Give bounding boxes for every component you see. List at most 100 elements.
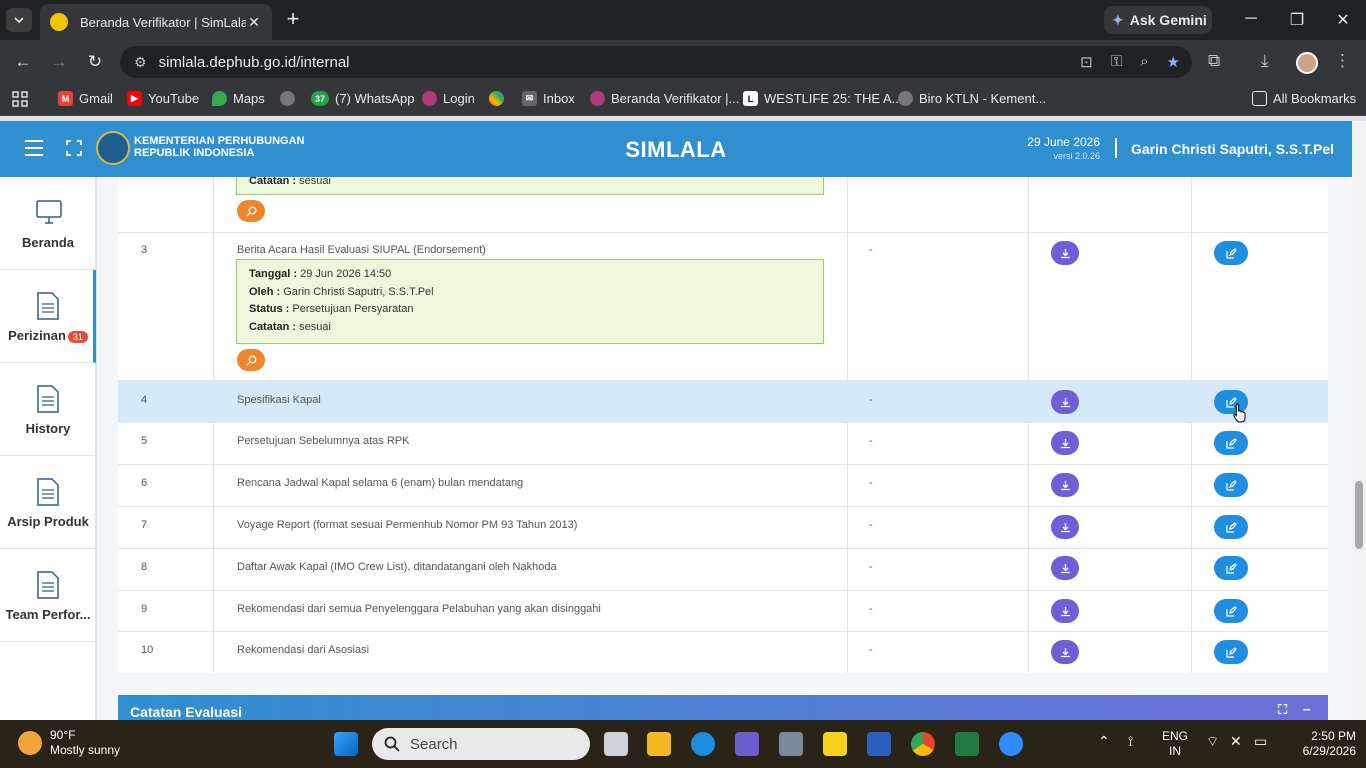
install-app-icon[interactable]: ⊡ [1080,53,1093,71]
edit-button[interactable] [1214,556,1248,580]
new-tab-button[interactable]: + [282,8,304,32]
download-icon [1060,606,1070,616]
site-info-icon[interactable]: ⚙ [134,54,147,71]
restore-window-button[interactable]: ❐ [1287,10,1307,30]
task-view-icon[interactable] [604,732,628,756]
browser-tab-active[interactable]: Beranda Verifikator | SimLala ✕ [40,4,272,40]
bookmark-star-icon[interactable]: ★ [1167,53,1180,71]
ask-gemini-button[interactable]: ✦ Ask Gemini [1104,6,1212,34]
collapse-panel-icon[interactable]: − [1303,702,1311,717]
password-key-icon[interactable]: ⚿ [1111,53,1122,71]
expand-panel-icon[interactable]: ⛶ [1278,702,1287,718]
document-name: Spesifikasi Kapal [237,394,321,406]
bookmark-globe[interactable] [280,91,295,106]
row-number: 4 [141,394,148,406]
row-value: - [869,435,873,447]
taskbar-search[interactable]: Search [372,728,590,760]
download-button[interactable] [1051,390,1079,414]
bookmark-youtube[interactable]: ▶ YouTube [127,91,199,106]
bookmark-biro-ktln[interactable]: Biro KTLN - Kement... [898,91,1046,106]
downloads-icon[interactable]: ⤓ [1261,51,1269,71]
sidebar-item-beranda[interactable]: Beranda [0,177,96,270]
edge-icon[interactable] [691,732,715,756]
scrollbar-thumb[interactable] [1355,481,1363,549]
all-bookmarks-label: All Bookmarks [1273,91,1357,106]
user-name[interactable]: Garin Christi Saputri, S.S.T.Pel [1131,141,1334,157]
download-button[interactable] [1051,599,1079,623]
all-bookmarks-button[interactable]: All Bookmarks [1252,91,1356,106]
clock[interactable]: 2:50 PM 6/29/2026 [1286,729,1356,759]
reload-button[interactable]: ↻ [84,52,106,72]
download-button[interactable] [1051,515,1079,539]
document-name: Berita Acara Hasil Evaluasi SIUPAL (Endo… [237,244,486,256]
wifi-icon[interactable]: ⌔ [1206,734,1219,749]
bookmark-inbox[interactable]: ✉ Inbox [522,91,575,106]
minimize-window-button[interactable]: ─ [1241,10,1261,28]
sidebar-item-history[interactable]: History [0,363,96,456]
microphone-icon[interactable]: ⟟ [1128,734,1133,749]
login-icon [422,91,437,106]
bookmark-label: (7) WhatsApp [335,91,415,106]
battery-icon[interactable]: ▭ [1254,734,1267,749]
bookmark-whatsapp[interactable]: 37 (7) WhatsApp [311,91,414,106]
address-bar[interactable]: ⚙ simlala.dephub.go.id/internal ⊡ ⚿ ⌕ ★ [120,46,1192,78]
download-icon [1060,563,1070,573]
bookmark-gmail[interactable]: M Gmail [58,91,113,106]
app-icon[interactable] [735,732,759,756]
excel-icon[interactable] [955,732,979,756]
bookmark-beranda[interactable]: Beranda Verifikator |... [590,91,739,106]
bookmark-pinwheel[interactable] [489,91,504,106]
sticky-notes-icon[interactable] [823,732,847,756]
browser-menu-icon[interactable]: ⋮ [1334,51,1351,71]
zoom-app-icon[interactable] [999,732,1023,756]
bookmark-label: Beranda Verifikator |... [611,91,740,106]
edit-button[interactable] [1214,640,1248,664]
row-number: 10 [141,644,154,656]
edit-button[interactable] [1214,599,1248,623]
bookmark-maps[interactable]: Maps [212,91,265,106]
page-scrollbar[interactable] [1352,121,1366,720]
table-row: Catatan : sesuai [118,177,1328,233]
apps-icon[interactable] [12,91,28,107]
download-button[interactable] [1051,431,1079,455]
table-row[interactable]: 4 Spesifikasi Kapal - [118,381,1328,423]
bookmark-westlife[interactable]: L WESTLIFE 25: THE A... [743,91,902,106]
close-tab-icon[interactable]: ✕ [246,14,262,31]
zoom-icon[interactable]: ⌕ [1140,53,1148,71]
camera-icon[interactable] [779,732,803,756]
word-icon[interactable] [867,732,891,756]
download-button[interactable] [1051,241,1079,265]
file-explorer-icon[interactable] [647,732,671,756]
view-detail-button[interactable] [237,349,265,371]
edit-button[interactable] [1214,241,1248,265]
volume-muted-icon[interactable]: ✕ [1230,734,1242,749]
sidebar-item-team-performance[interactable]: Team Perfor... [0,549,96,642]
profile-avatar[interactable] [1296,52,1318,74]
row-value: - [869,477,873,489]
tab-search-button[interactable] [6,8,32,32]
start-button-windows-icon[interactable] [334,732,358,756]
edit-button[interactable] [1214,515,1248,539]
chrome-icon[interactable] [911,732,935,756]
edit-button[interactable] [1214,473,1248,497]
edit-button[interactable] [1214,431,1248,455]
sidebar-item-arsip-produk[interactable]: Arsip Produk [0,456,96,549]
sidebar-label: Team Perfor... [5,607,91,622]
show-hidden-icons[interactable]: ⌃ [1098,734,1110,749]
language-indicator[interactable]: ENG IN [1162,729,1188,759]
extensions-icon[interactable]: ⧉ [1208,51,1220,71]
document-icon [37,292,59,320]
row-value: - [869,244,873,256]
sidebar-item-perizinan[interactable]: Perizinan 31 [0,270,96,363]
weather-widget[interactable]: 90°F Mostly sunny [18,728,120,758]
download-button[interactable] [1051,556,1079,580]
bookmark-login[interactable]: Login [422,91,475,106]
download-button[interactable] [1051,640,1079,664]
close-window-button[interactable]: ✕ [1333,10,1353,30]
forward-button[interactable]: → [48,52,70,72]
view-detail-button[interactable] [237,200,265,222]
download-button[interactable] [1051,473,1079,497]
sidebar-label: Perizinan 31 [0,328,96,343]
back-button[interactable]: ← [12,52,34,72]
note-label: Status : [249,303,290,315]
